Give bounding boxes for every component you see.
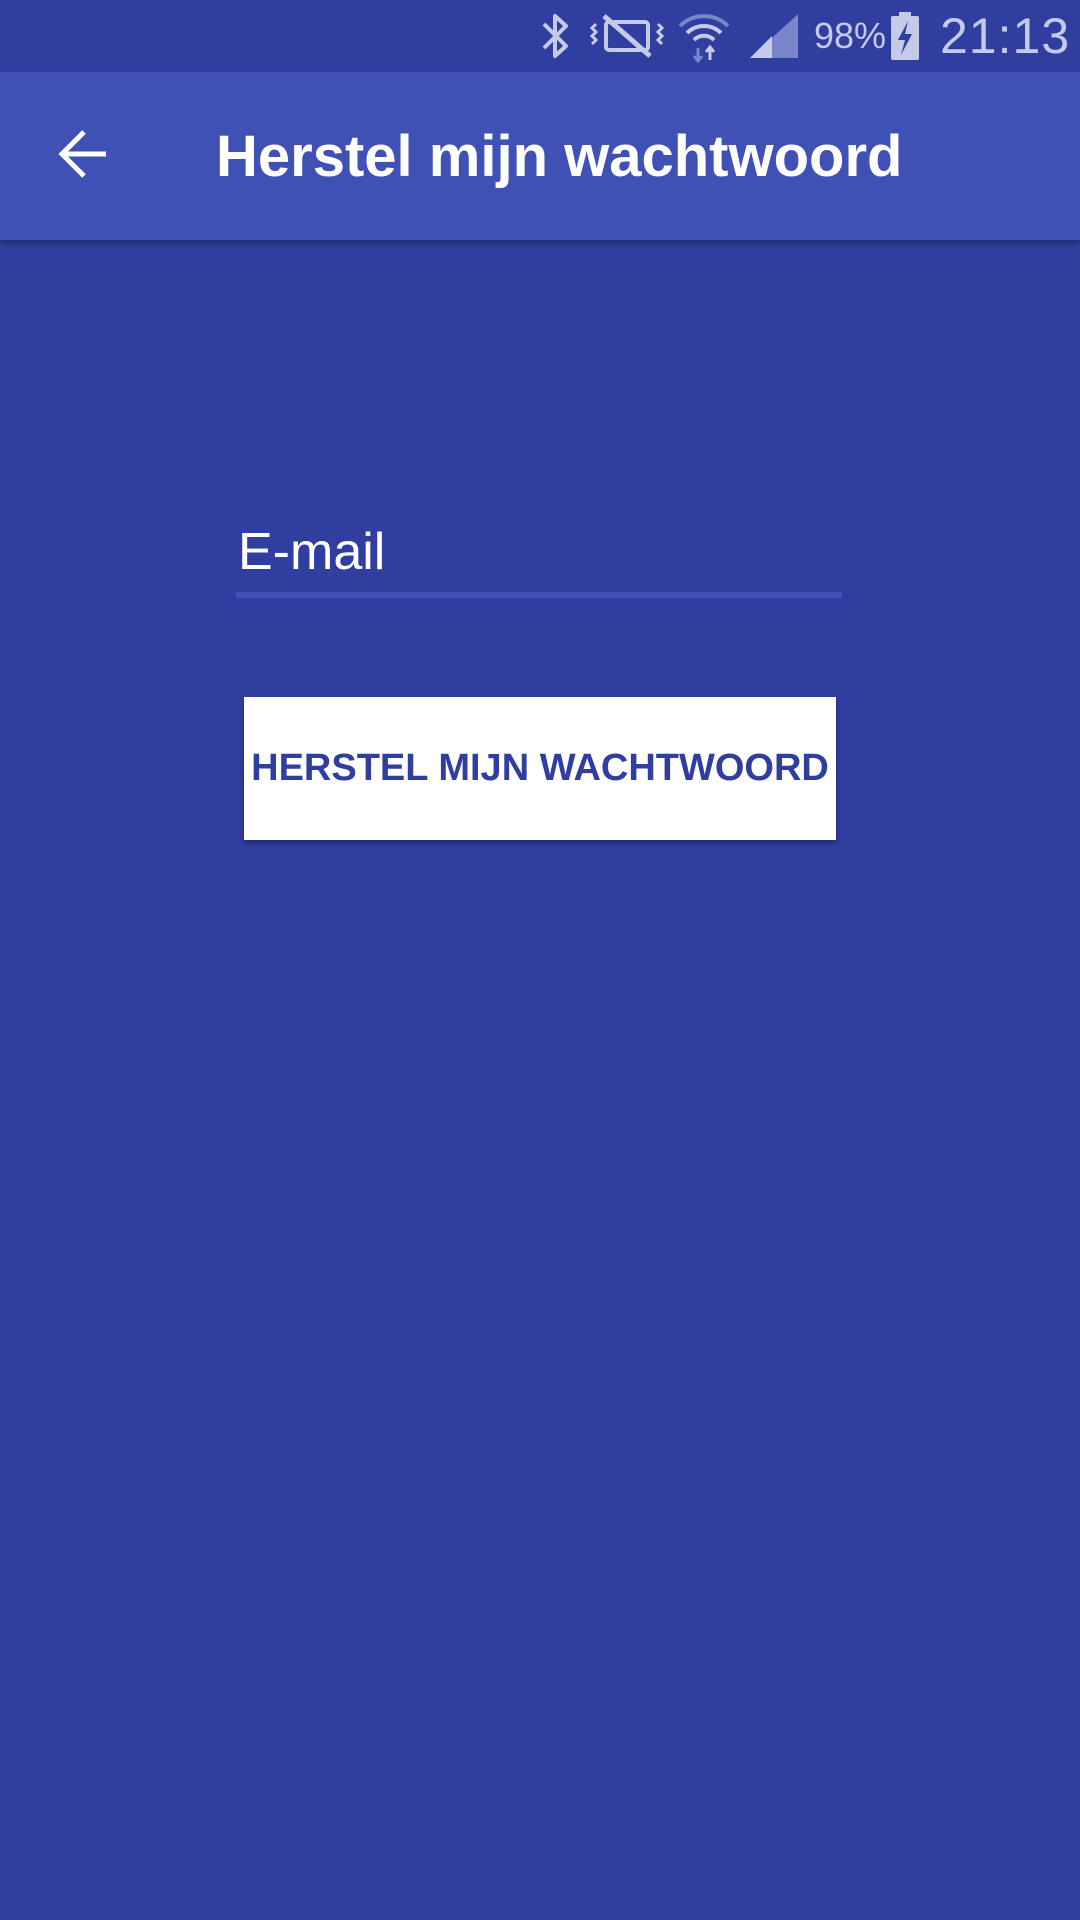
vibrate-mute-icon bbox=[590, 0, 664, 72]
bluetooth-icon bbox=[536, 0, 576, 72]
email-input[interactable] bbox=[236, 510, 842, 594]
battery-percent: 98% bbox=[814, 15, 887, 56]
email-underline bbox=[236, 592, 842, 598]
reset-password-screen: 98% 21:13 Herstel mijn wachtwoord HERSTE… bbox=[0, 0, 1080, 1920]
page-title: Herstel mijn wachtwoord bbox=[216, 123, 903, 189]
app-bar: Herstel mijn wachtwoord bbox=[0, 72, 1080, 240]
status-time: 21:13 bbox=[940, 8, 1071, 64]
status-bar: 98% 21:13 bbox=[0, 0, 1080, 72]
signal-icon bbox=[748, 0, 800, 72]
back-button[interactable] bbox=[42, 114, 126, 198]
arrow-back-icon bbox=[58, 128, 110, 185]
battery-charging-icon bbox=[890, 0, 924, 72]
email-field bbox=[236, 510, 842, 602]
wifi-icon bbox=[676, 0, 732, 72]
reset-password-button[interactable]: HERSTEL MIJN WACHTWOORD bbox=[244, 697, 836, 840]
